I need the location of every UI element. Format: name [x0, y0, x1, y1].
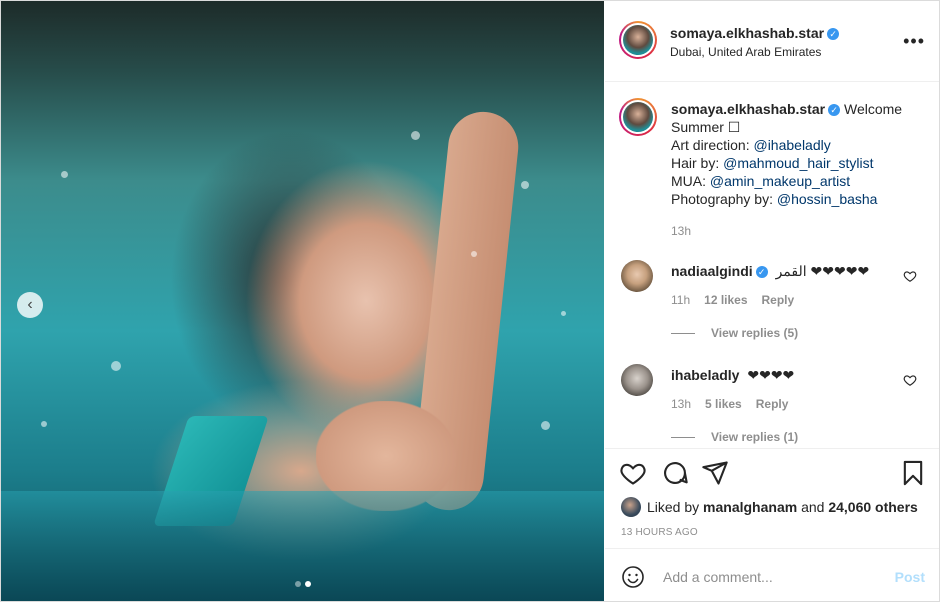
comment-username[interactable]: nadiaalgindi [671, 263, 753, 279]
view-replies-button[interactable]: View replies (1) [671, 430, 798, 444]
verified-badge-icon: ✓ [828, 104, 841, 117]
liked-by-prefix: Liked by [647, 499, 700, 515]
splash-drop [471, 251, 477, 257]
splash-drop [521, 181, 529, 189]
caption-username[interactable]: somaya.elkhashab.star [671, 101, 825, 117]
splash-drop [61, 171, 68, 178]
comment-bubble-icon[interactable] [661, 459, 689, 487]
mention-link[interactable]: @ihabeladly [753, 137, 830, 153]
comment-time[interactable]: 13h [671, 397, 691, 411]
comment-text: ❤❤❤❤ [747, 367, 795, 383]
liked-by: Liked by manalghanam and 24,060 others [621, 497, 918, 517]
comment-meta: 11h 12 likes Reply [671, 293, 794, 307]
comment-avatar[interactable] [621, 364, 653, 396]
liker-username[interactable]: manalghanam [703, 499, 797, 515]
post-sidebar: somaya.elkhashab.star ✓ Dubai, United Ara… [605, 1, 939, 601]
caption-time[interactable]: 13h [671, 224, 691, 238]
post-location[interactable]: Dubai, United Arab Emirates [670, 45, 821, 59]
comment-input[interactable] [661, 563, 885, 591]
comment-username[interactable]: ihabeladly [671, 367, 739, 383]
liker-avatar[interactable] [621, 497, 641, 517]
caption-avatar[interactable] [619, 98, 657, 136]
splash-drop [411, 131, 420, 140]
liked-by-middle: and [801, 499, 825, 515]
post-header: somaya.elkhashab.star ✓ Dubai, United Ara… [605, 1, 939, 82]
post-actions: Liked by manalghanam and 24,060 others 1… [605, 448, 939, 549]
splash-drop [561, 311, 566, 316]
comment-composer: Post [605, 548, 939, 601]
comment-time[interactable]: 11h [671, 293, 690, 307]
caption-hair-label: Hair by: [671, 155, 724, 171]
splash-drop [111, 361, 121, 371]
comment-like-icon[interactable] [903, 269, 917, 283]
mention-link[interactable]: @amin_makeup_artist [710, 173, 850, 189]
post-photo[interactable]: ‹ [1, 1, 604, 601]
comment-text: القمر ❤❤❤❤❤ [775, 263, 870, 279]
carousel-dot [295, 581, 301, 587]
caption-mua-label: MUA: [671, 173, 710, 189]
share-paper-plane-icon[interactable] [701, 459, 729, 487]
comment-meta: 13h 5 likes Reply [671, 397, 788, 411]
like-heart-icon[interactable] [619, 459, 647, 487]
comment-likes[interactable]: 12 likes [704, 293, 747, 307]
comment-reply-button[interactable]: Reply [756, 397, 789, 411]
mention-link[interactable]: @hossin_basha [777, 191, 878, 207]
verified-badge-icon: ✓ [827, 27, 840, 40]
post-timestamp[interactable]: 13 HOURS AGO [621, 527, 698, 538]
post-caption: somaya.elkhashab.star ✓ Welcome Summer ☐ … [671, 100, 921, 208]
post-comment-button[interactable]: Post [895, 569, 925, 585]
more-options-icon[interactable]: ••• [903, 31, 925, 52]
carousel-dot-active [305, 581, 311, 587]
comment-reply-button[interactable]: Reply [762, 293, 795, 307]
comments-list: somaya.elkhashab.star ✓ Welcome Summer ☐ … [605, 82, 939, 448]
comment-2: ihabeladly ❤❤❤❤ [671, 367, 794, 384]
splash-drop [41, 421, 47, 427]
caption-photo-label: Photography by: [671, 191, 777, 207]
mention-link[interactable]: @mahmoud_hair_stylist [723, 155, 873, 171]
splash-drop [541, 421, 550, 430]
author-avatar[interactable] [619, 21, 657, 59]
likes-count[interactable]: 24,060 others [828, 499, 918, 515]
comment-likes[interactable]: 5 likes [705, 397, 742, 411]
carousel-prev-button[interactable]: ‹ [17, 292, 43, 318]
comment-1: nadiaalgindi ✓ القمر ❤❤❤❤❤ [671, 263, 869, 280]
comment-like-icon[interactable] [903, 373, 917, 387]
comment-avatar[interactable] [621, 260, 653, 292]
save-bookmark-icon[interactable] [899, 459, 927, 487]
view-replies-button[interactable]: View replies (5) [671, 326, 798, 340]
emoji-smiley-icon[interactable] [621, 565, 645, 589]
verified-badge-icon: ✓ [755, 266, 768, 279]
carousel-indicator [295, 581, 311, 587]
post-dialog: ‹ somaya.elkhashab.star ✓ Dubai, United A… [0, 0, 940, 602]
author-username[interactable]: somaya.elkhashab.star [670, 25, 824, 41]
caption-art-label: Art direction: [671, 137, 754, 153]
